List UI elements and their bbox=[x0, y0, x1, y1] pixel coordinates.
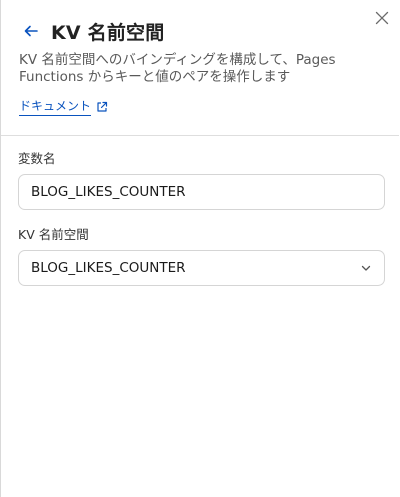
documentation-link-label: ドキュメント bbox=[19, 97, 92, 116]
close-icon bbox=[375, 11, 389, 25]
variable-name-label: 変数名 bbox=[18, 151, 56, 166]
panel-header: KV 名前空間 KV 名前空間へのバインディングを構成して、Pages Func… bbox=[19, 18, 375, 116]
back-button[interactable] bbox=[23, 23, 39, 39]
kv-namespace-label: KV 名前空間 bbox=[18, 227, 89, 242]
kv-binding-panel: KV 名前空間 KV 名前空間へのバインディングを構成して、Pages Func… bbox=[0, 0, 399, 497]
arrow-left-icon bbox=[24, 25, 38, 37]
documentation-link[interactable]: ドキュメント bbox=[19, 97, 108, 116]
variable-name-input[interactable]: BLOG_LIKES_COUNTER bbox=[18, 174, 385, 210]
panel-description: KV 名前空間へのバインディングを構成して、Pages Functions から… bbox=[19, 52, 336, 85]
title-row: KV 名前空間 bbox=[19, 18, 375, 44]
page-title: KV 名前空間 bbox=[51, 21, 165, 44]
kv-namespace-field: KV 名前空間 BLOG_LIKES_COUNTER bbox=[18, 228, 385, 286]
kv-namespace-selected-value: BLOG_LIKES_COUNTER bbox=[31, 260, 186, 276]
variable-name-field: 変数名 BLOG_LIKES_COUNTER bbox=[18, 152, 385, 210]
close-button[interactable] bbox=[373, 9, 391, 27]
kv-namespace-select[interactable]: BLOG_LIKES_COUNTER bbox=[18, 250, 385, 286]
header-divider bbox=[1, 135, 399, 136]
external-link-icon bbox=[97, 101, 108, 112]
variable-name-value: BLOG_LIKES_COUNTER bbox=[31, 184, 186, 200]
chevron-down-icon bbox=[360, 262, 372, 274]
